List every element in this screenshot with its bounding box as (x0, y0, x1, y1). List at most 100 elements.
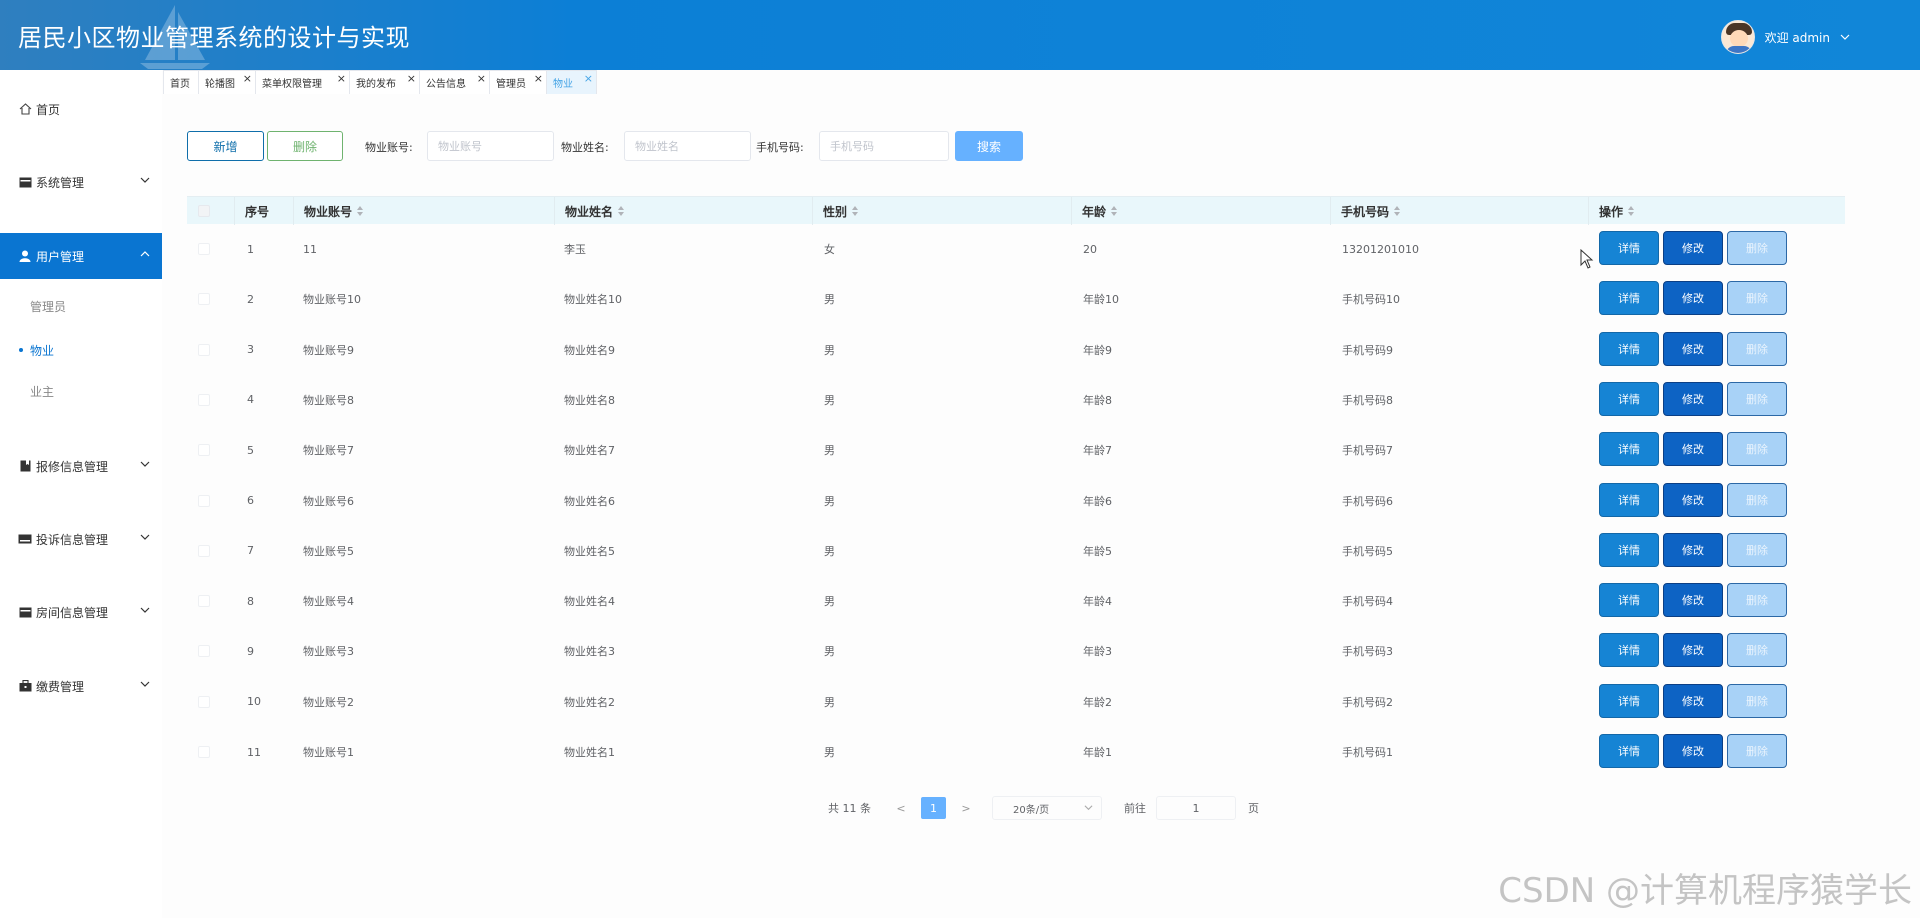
edit-button[interactable]: 修改 (1663, 583, 1723, 618)
sort-icon[interactable] (357, 206, 364, 216)
detail-button[interactable]: 详情 (1599, 734, 1659, 768)
select-all-checkbox[interactable] (198, 205, 210, 217)
delete-button[interactable]: 删除 (1727, 482, 1787, 517)
sidebar-subitem-owner[interactable]: 业主 (30, 383, 54, 400)
page-number-current[interactable]: 1 (921, 797, 946, 819)
detail-button[interactable]: 详情 (1599, 583, 1659, 618)
row-checkbox[interactable] (198, 494, 210, 507)
edit-button[interactable]: 修改 (1663, 633, 1723, 668)
row-checkbox[interactable] (198, 444, 210, 457)
chevron-down-icon[interactable] (1840, 32, 1850, 42)
delete-button[interactable]: 删除 (1727, 583, 1787, 618)
sort-icon[interactable] (1111, 206, 1118, 216)
delete-button[interactable]: 删除 (1727, 683, 1787, 718)
row-checkbox[interactable] (198, 544, 210, 557)
delete-button[interactable]: 删除 (1727, 231, 1787, 265)
sidebar-item-repair[interactable]: 报修信息管理 (0, 443, 162, 489)
row-checkbox[interactable] (198, 393, 210, 406)
edit-button[interactable]: 修改 (1663, 734, 1723, 768)
detail-button[interactable]: 详情 (1599, 633, 1659, 668)
detail-button[interactable]: 详情 (1599, 381, 1659, 416)
name-search-input[interactable]: 物业姓名 (624, 131, 751, 161)
delete-button[interactable]: 删除 (1727, 281, 1787, 316)
column-header-name[interactable]: 物业姓名 (554, 197, 812, 225)
delete-button[interactable]: 删除 (1727, 331, 1787, 366)
detail-button[interactable]: 详情 (1599, 281, 1659, 316)
row-checkbox[interactable] (198, 746, 210, 758)
goto-page-input[interactable]: 1 (1156, 796, 1236, 820)
account-search-input[interactable]: 物业账号 (427, 131, 554, 161)
column-header-phone[interactable]: 手机号码 (1330, 197, 1588, 225)
avatar[interactable] (1720, 20, 1755, 54)
row-checkbox[interactable] (198, 695, 210, 708)
row-checkbox[interactable] (198, 645, 210, 658)
detail-button[interactable]: 详情 (1599, 532, 1659, 567)
search-button[interactable]: 搜索 (955, 131, 1023, 161)
user-greeting[interactable]: 欢迎 admin (1765, 29, 1830, 46)
row-checkbox[interactable] (198, 343, 210, 356)
column-header-actions[interactable]: 操作 (1588, 197, 1845, 225)
sidebar-item-home[interactable]: 首页 (0, 86, 162, 132)
delete-button[interactable]: 删除 (1727, 532, 1787, 567)
edit-button[interactable]: 修改 (1663, 381, 1723, 416)
cell-age: 年龄3 (1083, 645, 1112, 659)
delete-button[interactable]: 删除 (1727, 633, 1787, 668)
phone-search-input[interactable]: 手机号码 (819, 131, 949, 161)
close-icon[interactable]: × (584, 72, 593, 85)
tab-my-posts[interactable]: 我的发布 × (349, 70, 419, 94)
sidebar-item-room[interactable]: 房间信息管理 (0, 589, 162, 635)
edit-button[interactable]: 修改 (1663, 331, 1723, 366)
delete-button[interactable]: 删除 (1727, 381, 1787, 416)
batch-delete-button[interactable]: 删除 (267, 131, 343, 161)
edit-button[interactable]: 修改 (1663, 432, 1723, 467)
sidebar-item-system[interactable]: 系统管理 (0, 159, 162, 205)
row-checkbox[interactable] (198, 293, 210, 306)
edit-button[interactable]: 修改 (1663, 532, 1723, 567)
sidebar-item-payment[interactable]: 缴费管理 (0, 663, 162, 709)
detail-button[interactable]: 详情 (1599, 331, 1659, 366)
app-title: 居民小区物业管理系统的设计与实现 (18, 24, 410, 52)
sort-icon[interactable] (618, 206, 625, 216)
column-header-age[interactable]: 年龄 (1071, 197, 1329, 225)
row-checkbox[interactable] (198, 243, 210, 255)
column-header-account[interactable]: 物业账号 (293, 197, 554, 225)
cell-gender: 男 (824, 293, 835, 307)
edit-button[interactable]: 修改 (1663, 683, 1723, 718)
prev-page-button[interactable]: < (891, 802, 911, 815)
column-header-gender[interactable]: 性别 (812, 197, 1070, 225)
user-menu[interactable]: 欢迎 admin (1720, 20, 1850, 54)
tab-announcements[interactable]: 公告信息 × (419, 70, 489, 94)
edit-button[interactable]: 修改 (1663, 482, 1723, 517)
detail-button[interactable]: 详情 (1599, 683, 1659, 718)
tab-menu-permissions[interactable]: 菜单权限管理 × (255, 70, 349, 94)
cell-account: 物业账号1 (303, 746, 354, 759)
tab-label: 管理员 (496, 79, 526, 90)
detail-button[interactable]: 详情 (1599, 482, 1659, 517)
sort-icon[interactable] (852, 206, 859, 216)
edit-button[interactable]: 修改 (1663, 281, 1723, 316)
detail-button[interactable]: 详情 (1599, 432, 1659, 467)
sidebar-subitem-admin[interactable]: 管理员 (30, 298, 66, 315)
sort-icon[interactable] (1394, 206, 1401, 216)
delete-button[interactable]: 删除 (1727, 432, 1787, 467)
delete-button[interactable]: 删除 (1727, 734, 1787, 768)
add-button[interactable]: 新增 (187, 131, 264, 161)
tab-admin[interactable]: 管理员 × (489, 70, 546, 94)
close-icon[interactable]: × (243, 72, 252, 85)
tab-property[interactable]: 物业 × (546, 70, 597, 94)
sort-icon[interactable] (1628, 206, 1635, 216)
close-icon[interactable]: × (337, 72, 346, 85)
close-icon[interactable]: × (534, 72, 543, 85)
close-icon[interactable]: × (477, 72, 486, 85)
sidebar-item-user-management[interactable]: 用户管理 (0, 233, 162, 279)
sidebar-item-complaint[interactable]: 投诉信息管理 (0, 516, 162, 562)
edit-button[interactable]: 修改 (1663, 231, 1723, 265)
close-icon[interactable]: × (407, 72, 416, 85)
sidebar-subitem-property[interactable]: 物业 (18, 342, 54, 359)
row-checkbox[interactable] (198, 595, 210, 608)
detail-button[interactable]: 详情 (1599, 231, 1659, 265)
tab-home[interactable]: 首页 (163, 70, 198, 94)
next-page-button[interactable]: > (956, 802, 976, 815)
page-size-select[interactable]: 20条/页 (992, 796, 1102, 820)
tab-carousel[interactable]: 轮播图 × (198, 70, 255, 94)
